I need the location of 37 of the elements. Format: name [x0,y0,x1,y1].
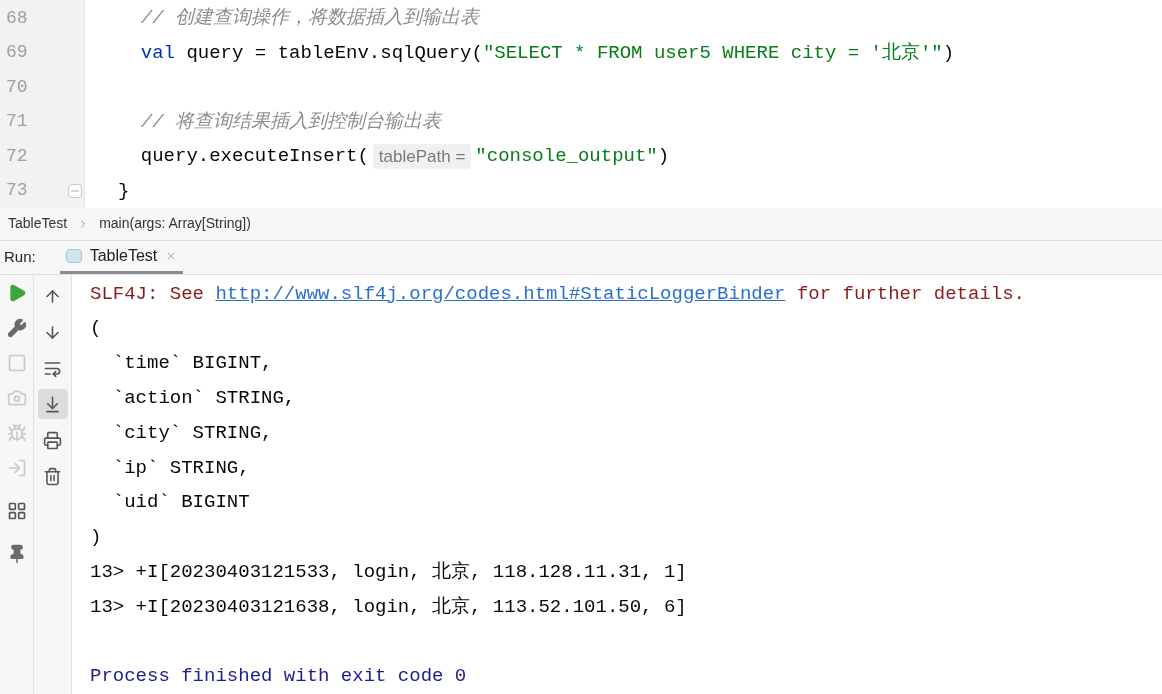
code-text: query = tableEnv.sqlQuery( [185,40,483,66]
console-icon [65,249,82,264]
line-number: 68 [6,6,28,30]
scroll-end-icon[interactable] [37,389,68,420]
console-text: 13> +I[20230403121638, login, 北京, 113.52.101.50, 6] [90,594,687,620]
layout-icon[interactable] [6,501,27,522]
code-text: "console_output" [475,144,658,169]
line-number: 72 [6,144,28,168]
console-text: `time` BIGINT, [111,351,273,377]
console-text: ( [90,316,102,342]
line-number: 70 [6,75,28,99]
code-text: query.executeInsert( [139,144,369,169]
code-text: "SELECT * FROM user5 WHERE city = '北京'" [482,40,943,66]
line-number: 73 [6,179,28,203]
breadcrumb-item[interactable]: TableTest [8,213,68,235]
code-comment: // 创建查询操作，将数据插入到输出表 [139,6,479,31]
console-text: `uid` BIGINT [111,490,250,516]
console-text: Process finished with exit code 0 [90,664,467,690]
console-text: for further details. [795,281,1025,307]
code-text: ) [657,144,670,169]
code-comment: // 将查询结果插入到控制台输出表 [139,109,441,135]
console-text: `action` STRING, [111,385,296,411]
console-text: `ip` STRING, [111,455,250,481]
code-text: ) [942,40,955,66]
run-label: Run: [4,247,36,268]
line-number: 69 [6,41,28,65]
parameter-hint: tablePath = [372,143,472,169]
console-text: `city` STRING, [111,420,273,446]
wrench-icon[interactable] [6,318,27,339]
console-text: ) [90,525,102,551]
console-link[interactable]: http://www.slf4j.org/codes.html#StaticLoggerBinder [215,279,786,309]
console-text: 13> +I[20230403121533, login, 北京, 118.128.11.31, 1] [90,559,687,585]
code-text: } [118,178,130,204]
breadcrumb-item[interactable]: main(args: Array[String]) [99,213,251,235]
console-text: SLF4J: See [90,281,206,307]
line-number: 71 [6,110,28,134]
code-text: val [139,40,175,66]
